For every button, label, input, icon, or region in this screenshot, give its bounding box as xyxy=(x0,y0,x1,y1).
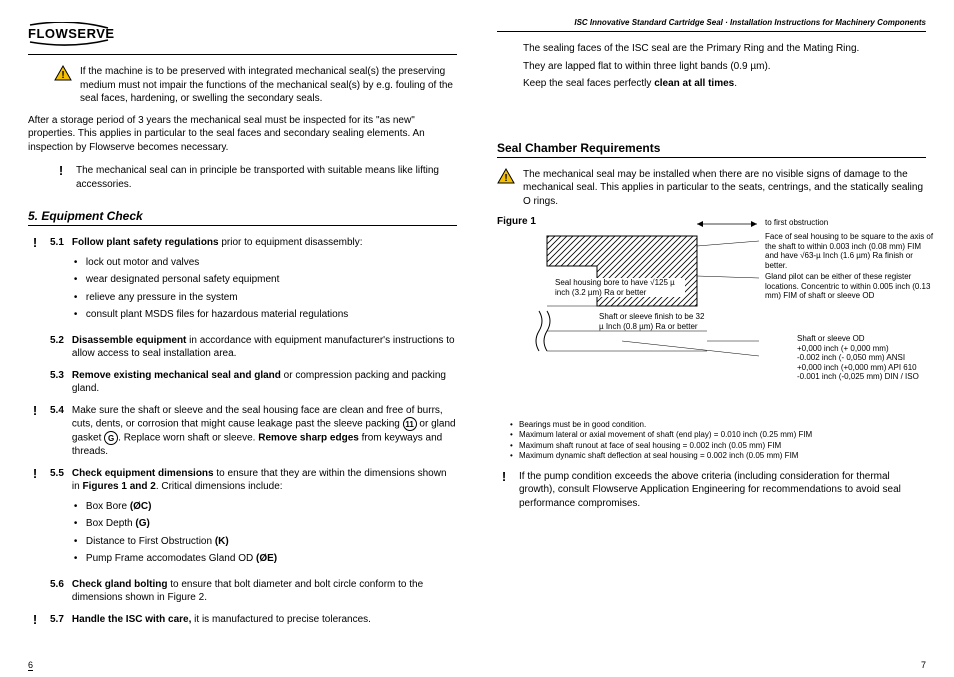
step-5-4: Make sure the shaft or sleeve and the se… xyxy=(72,404,457,459)
warning-text: If the machine is to be preserved with i… xyxy=(80,65,457,106)
callout-shaft-od: Shaft or sleeve OD +0,000 inch (+ 0,000 … xyxy=(797,334,937,382)
header-rule xyxy=(28,54,457,55)
bullet: Box Depth (G) xyxy=(86,517,457,531)
svg-text:!: ! xyxy=(504,173,507,184)
note-icon: ! xyxy=(28,467,42,570)
step-5-1: Follow plant safety regulations prior to… xyxy=(72,236,457,326)
storage-para: After a storage period of 3 years the me… xyxy=(28,114,457,155)
tiny-bullet: Maximum dynamic shaft deflection at seal… xyxy=(519,451,926,461)
step-5-6: Check gland bolting to ensure that bolt … xyxy=(72,578,457,605)
page-num-right: 7 xyxy=(921,660,926,671)
step-num-5-3: 5.3 xyxy=(50,369,64,396)
step-5-3: Remove existing mechanical seal and glan… xyxy=(72,369,457,396)
right-page: ISC Innovative Standard Cartridge Seal ·… xyxy=(497,18,926,634)
seal-chamber-heading: Seal Chamber Requirements xyxy=(497,141,926,158)
svg-text:!: ! xyxy=(61,70,64,81)
step-num-5-6: 5.6 xyxy=(50,578,64,605)
doc-title: ISC Innovative Standard Cartridge Seal ·… xyxy=(497,18,926,27)
step-5-2: Disassemble equipment in accordance with… xyxy=(72,334,457,361)
callout-bore: Seal housing bore to have √125 µ inch (3… xyxy=(555,278,685,297)
callout-obstruction: to first obstruction xyxy=(765,218,828,228)
flowserve-logo: FLOWSERVE xyxy=(28,18,124,50)
left-page: FLOWSERVE ! If the machine is to be pres… xyxy=(28,18,457,634)
step-num-5-1: 5.1 xyxy=(50,236,64,326)
bullet: wear designated personal safety equipmen… xyxy=(86,273,457,287)
bullet: consult plant MSDS files for hazardous m… xyxy=(86,308,457,322)
step-num-5-2: 5.2 xyxy=(50,334,64,361)
warning-icon: ! xyxy=(54,65,72,106)
section-5-heading: 5. Equipment Check xyxy=(28,209,457,226)
note-icon: ! xyxy=(28,613,42,627)
step-num-5-7: 5.7 xyxy=(50,613,64,627)
warning-icon: ! xyxy=(497,168,515,209)
transport-note: The mechanical seal can in principle be … xyxy=(76,164,457,191)
bullet: Box Bore (ØC) xyxy=(86,500,457,514)
lapped-para: They are lapped flat to within three lig… xyxy=(523,60,926,74)
callout-shaft-finish: Shaft or sleeve finish to be 32 µ Inch (… xyxy=(599,312,709,331)
page-num-left: 6 xyxy=(28,660,33,671)
callout-gland: Gland pilot can be either of these regis… xyxy=(765,272,935,301)
step-5-7: Handle the ISC with care, it is manufact… xyxy=(72,613,457,627)
step-num-5-4: 5.4 xyxy=(50,404,64,459)
tiny-bullet: Bearings must be in good condition. xyxy=(519,420,926,430)
note-icon: ! xyxy=(54,164,68,191)
tiny-bullet: Maximum shaft runout at face of seal hou… xyxy=(519,441,926,451)
scr-warning-text: The mechanical seal may be installed whe… xyxy=(523,168,926,209)
sealing-faces-para: The sealing faces of the ISC seal are th… xyxy=(523,42,926,56)
callout-face: Face of seal housing to be square to the… xyxy=(765,232,935,270)
step-num-5-5: 5.5 xyxy=(50,467,64,570)
figure-1: Figure 1 xyxy=(497,216,926,416)
callout-g: G xyxy=(104,431,118,445)
tiny-bullet: Maximum lateral or axial movement of sha… xyxy=(519,430,926,440)
note-icon: ! xyxy=(497,470,511,511)
bullet: Distance to First Obstruction (K) xyxy=(86,535,457,549)
svg-text:FLOWSERVE: FLOWSERVE xyxy=(28,26,115,41)
note-icon: ! xyxy=(28,404,42,459)
step-5-5: Check equipment dimensions to ensure tha… xyxy=(72,467,457,570)
bullet: Pump Frame accomodates Gland OD (ØE) xyxy=(86,552,457,566)
bullet: relieve any pressure in the system xyxy=(86,291,457,305)
callout-11: 11 xyxy=(403,417,417,431)
bullet: lock out motor and valves xyxy=(86,256,457,270)
pump-condition-note: If the pump condition exceeds the above … xyxy=(519,470,926,511)
clean-para: Keep the seal faces perfectly clean at a… xyxy=(523,77,926,91)
note-icon: ! xyxy=(28,236,42,326)
figure-notes: Bearings must be in good condition. Maxi… xyxy=(519,420,926,462)
header-rule xyxy=(497,31,926,32)
